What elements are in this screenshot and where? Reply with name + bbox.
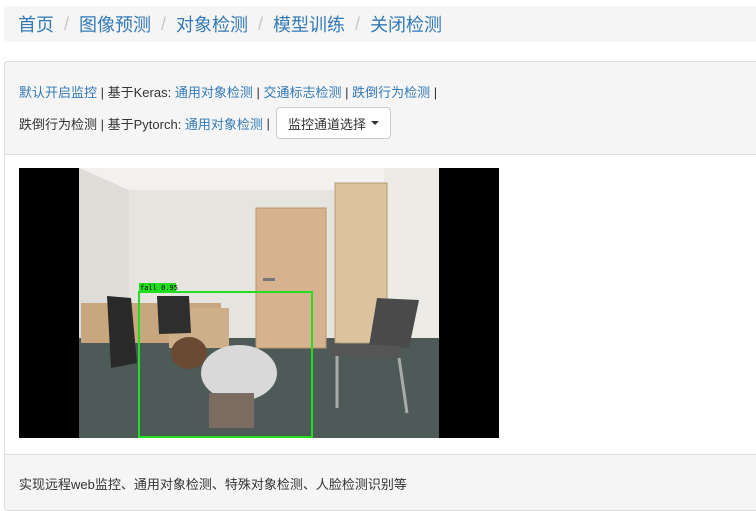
keras-traffic-sign-link[interactable]: 交通标志检测 [263,85,341,100]
pytorch-prefix: | 基于Pytorch: [97,116,185,132]
footer-description: 实现远程web监控、通用对象检测、特殊对象检测、人脸检测识别等 [19,477,407,492]
pipe-separator: | [252,85,264,100]
fall-detection-text: 跌倒行为检测 [19,116,98,132]
breadcrumb-separator: / [258,13,264,34]
default-monitor-link[interactable]: 默认开启监控 [19,85,97,100]
breadcrumb-separator: / [64,13,70,34]
person-head [171,337,207,369]
breadcrumb: 首页 / 图像预测 / 对象检测 / 模型训练 / 关闭检测 [4,6,756,42]
person-legs [209,393,254,428]
channel-select-dropdown[interactable]: 监控通道选择 [275,107,391,139]
breadcrumb-separator: / [355,13,361,34]
breadcrumb-image-prediction[interactable]: 图像预测 [79,11,151,37]
letterbox-right [439,168,499,438]
pipe-separator: | [262,115,270,131]
keras-fall-detection-link[interactable]: 跌倒行为检测 [352,85,430,100]
pipe-separator: | [430,85,438,100]
controls-line-2: 跌倒行为检测 | 基于Pytorch: 通用对象检测 | 监控通道选择 [19,107,391,139]
pytorch-general-detection-link[interactable]: 通用对象检测 [185,114,263,133]
panel-body: fall 0.95 [5,154,756,454]
person-torso [201,345,277,401]
door-handle [263,278,275,281]
keras-prefix: | 基于Keras: [97,85,175,100]
channel-select-label: 监控通道选择 [287,116,366,132]
controls-line-1: 默认开启监控 | 基于Keras: 通用对象检测 | 交通标志检测 | 跌倒行为… [19,82,437,101]
breadcrumb-object-detection[interactable]: 对象检测 [176,11,248,37]
breadcrumb-stop-detection[interactable]: 关闭检测 [370,11,442,37]
panel-heading: 默认开启监控 | 基于Keras: 通用对象检测 | 交通标志检测 | 跌倒行为… [5,62,756,155]
breadcrumb-model-training[interactable]: 模型训练 [273,11,345,37]
video-frame: fall 0.95 [19,168,499,438]
office-chair-middle [157,296,191,334]
monitor-panel: 默认开启监控 | 基于Keras: 通用对象检测 | 交通标志检测 | 跌倒行为… [4,61,756,511]
keras-general-detection-link[interactable]: 通用对象检测 [175,85,253,100]
letterbox-left [19,168,79,438]
breadcrumb-separator: / [161,13,167,34]
caret-down-icon [370,121,379,125]
pipe-separator: | [341,85,353,100]
breadcrumb-home[interactable]: 首页 [18,11,54,37]
detection-label: fall 0.95 [140,284,178,292]
video-stream: fall 0.95 [19,168,499,438]
panel-footer: 实现远程web监控、通用对象检测、特殊对象检测、人脸检测识别等 [5,454,756,510]
